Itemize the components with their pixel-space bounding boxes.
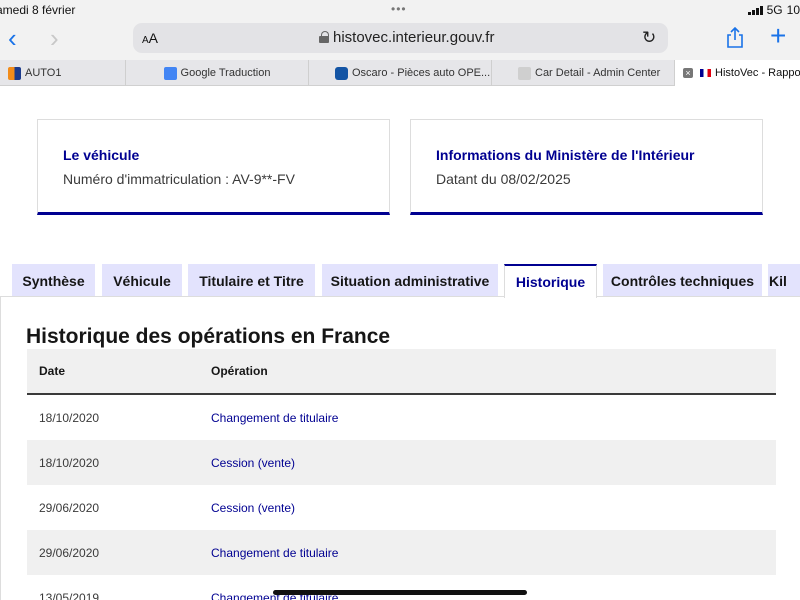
ministry-card: Informations du Ministère de l'Intérieur…: [410, 119, 763, 215]
row-operation: Changement de titulaire: [211, 546, 339, 560]
home-indicator[interactable]: [273, 590, 527, 595]
auto1-favicon-icon: [8, 66, 21, 80]
row-date: 18/10/2020: [39, 456, 100, 470]
ministry-date: Datant du 08/02/2025: [436, 171, 571, 187]
address-bar[interactable]: AA histovec.interieur.gouv.fr ↻: [133, 23, 668, 53]
table-row: 13/05/2019 Changement de titulaire: [27, 575, 776, 600]
french-flag-favicon-icon: [700, 69, 711, 77]
tab-synthese[interactable]: Synthèse: [12, 264, 95, 297]
browser-tab-auto1[interactable]: AUTO1: [0, 60, 126, 86]
google-translate-favicon-icon: [163, 66, 177, 80]
tab-titulaire[interactable]: Titulaire et Titre: [188, 264, 315, 297]
table-row: 29/06/2020 Changement de titulaire: [27, 530, 776, 575]
page-content: Le véhicule Numéro d'immatriculation : A…: [0, 87, 800, 600]
vehicle-card-title: Le véhicule: [63, 147, 140, 163]
status-bar: samedi 8 février ••• 5G 10: [0, 0, 800, 20]
close-tab-icon[interactable]: ×: [683, 68, 693, 78]
report-tabs: Synthèse Véhicule Titulaire et Titre Sit…: [0, 264, 800, 298]
reload-icon[interactable]: ↻: [642, 28, 656, 48]
row-operation: Cession (vente): [211, 501, 296, 515]
ministry-card-title: Informations du Ministère de l'Intérieur: [436, 147, 695, 163]
browser-tab-strip: AUTO1 Google Traduction Oscaro - Pièces …: [0, 60, 800, 86]
tab-situation-administrative[interactable]: Situation administrative: [322, 264, 498, 297]
network-label: 5G: [766, 3, 783, 17]
browser-tab-google-translate[interactable]: Google Traduction: [126, 60, 309, 86]
history-table: Date Opération 18/10/2020 Changement de …: [27, 349, 776, 600]
history-title: Historique des opérations en France: [26, 325, 391, 348]
tab-historique[interactable]: Historique: [504, 264, 597, 298]
column-header-date: Date: [39, 364, 66, 378]
lock-icon: [319, 31, 329, 43]
status-indicators: 5G 10: [747, 3, 800, 17]
signal-icon: [747, 5, 763, 15]
new-tab-icon[interactable]: +: [770, 22, 786, 50]
row-date: 13/05/2019: [39, 591, 100, 600]
table-row: 18/10/2020 Cession (vente): [27, 440, 776, 485]
table-row: 29/06/2020 Cession (vente): [27, 485, 776, 530]
share-icon[interactable]: [726, 27, 744, 49]
battery-label: 10: [786, 3, 800, 17]
table-row: 18/10/2020 Changement de titulaire: [27, 395, 776, 440]
tab-kilometrage[interactable]: Kil: [768, 264, 800, 297]
row-operation: Changement de titulaire: [211, 411, 339, 425]
row-operation: Cession (vente): [211, 456, 296, 470]
row-date: 29/06/2020: [39, 546, 100, 560]
multitasking-dots-icon[interactable]: •••: [391, 2, 407, 16]
car-detail-favicon-icon: [518, 66, 531, 80]
forward-icon[interactable]: ›: [50, 24, 59, 52]
browser-toolbar: ‹ › AA histovec.interieur.gouv.fr ↻ +: [0, 20, 800, 60]
url-text[interactable]: histovec.interieur.gouv.fr: [333, 29, 494, 46]
browser-tab-histovec[interactable]: × HistoVec - Rappo: [675, 60, 800, 86]
tab-controles-techniques[interactable]: Contrôles techniques: [603, 264, 762, 297]
browser-tab-car-detail[interactable]: Car Detail - Admin Center: [492, 60, 675, 86]
row-date: 18/10/2020: [39, 411, 100, 425]
row-date: 29/06/2020: [39, 501, 100, 515]
column-header-operation: Opération: [211, 364, 268, 378]
table-header: Date Opération: [27, 349, 776, 395]
reader-settings-button[interactable]: AA: [142, 30, 158, 46]
vehicle-card: Le véhicule Numéro d'immatriculation : A…: [37, 119, 390, 215]
registration-number: Numéro d'immatriculation : AV-9**-FV: [63, 171, 295, 187]
oscaro-favicon-icon: [335, 66, 348, 80]
tab-vehicule[interactable]: Véhicule: [102, 264, 182, 297]
history-panel: Historique des opérations en France Date…: [0, 296, 800, 600]
browser-tab-oscaro[interactable]: Oscaro - Pièces auto OPE...: [309, 60, 492, 86]
status-date: samedi 8 février: [0, 3, 76, 17]
back-icon[interactable]: ‹: [8, 24, 17, 52]
